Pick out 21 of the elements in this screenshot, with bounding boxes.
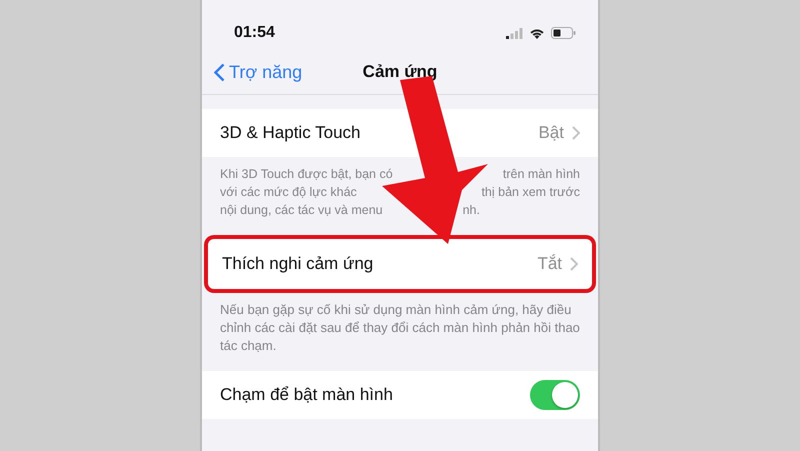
footer-text: nh. [462, 202, 480, 219]
settings-row[interactable]: Thích nghi cảm ứng Tắt [204, 235, 596, 293]
signal-icon [506, 28, 523, 38]
footer-text: trên màn hình [502, 166, 580, 183]
battery-icon [551, 27, 576, 39]
footer-text: nội dung, các tác vụ và menu [220, 202, 383, 219]
section-footer: Nếu bạn gặp sự cố khi sử dụng màn hình cảm ứng, hãy điều chỉnh các cài đặt sau để thay đổi cách màn hình phản hồi thao tác chạm. [202, 293, 598, 355]
footer-text: với các mức độ lực khác [220, 184, 357, 201]
footer-text: thị bản xem trước [481, 184, 580, 201]
back-button[interactable]: Trợ năng [214, 62, 302, 82]
chevron-icon [570, 257, 578, 271]
wifi-icon [529, 27, 545, 39]
footer-text: Khi 3D Touch được bật, bạn có [220, 166, 393, 183]
row-value: Bật [538, 123, 564, 143]
toggle-switch[interactable] [530, 380, 580, 410]
settings-row[interactable]: 3D & Haptic Touch Bật [202, 109, 598, 157]
chevron-icon [572, 126, 580, 140]
status-time: 01:54 [234, 24, 275, 42]
back-chevron-icon [214, 62, 225, 82]
row-value: Tắt [537, 254, 562, 274]
row-label: Chạm để bật màn hình [220, 385, 394, 405]
